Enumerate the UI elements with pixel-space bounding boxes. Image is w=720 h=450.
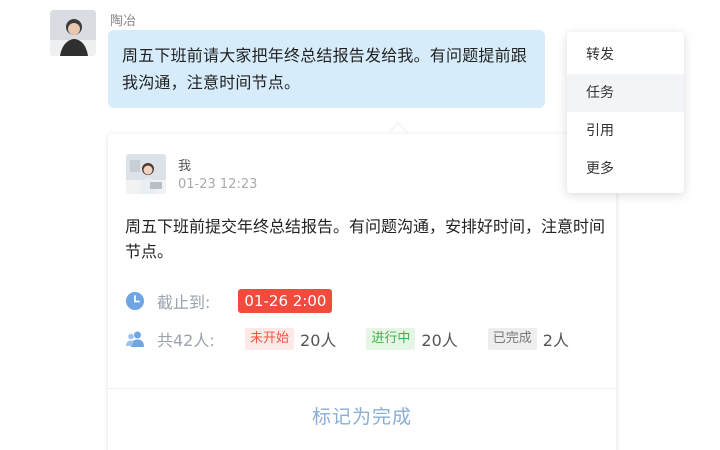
message-bubble[interactable]: 周五下班前请大家把年终总结报告发给我。有问题提前跟我沟通，注意时间节点。: [108, 30, 545, 108]
sender-name: 陶冶: [110, 14, 137, 29]
deadline-row: 截止到: 01-26 2:00: [125, 288, 333, 314]
status-not-started-count: 20人: [300, 331, 337, 350]
post-time: 01-23 12:23: [178, 177, 258, 192]
menu-item-quote[interactable]: 引用: [567, 112, 684, 150]
deadline-value: 01-26 2:00: [238, 289, 333, 313]
task-content: 周五下班前提交年终总结报告。有问题沟通，安排好时间，注意时间节点。: [125, 217, 606, 261]
clock-icon: [125, 291, 145, 311]
people-row: 共42人: 未开始 20人 进行中 20人 已完成 2人: [125, 326, 569, 352]
mark-complete-button[interactable]: 标记为完成: [108, 402, 616, 429]
people-icon: [125, 329, 145, 349]
status-not-started-tag[interactable]: 未开始: [245, 328, 295, 350]
sender-avatar[interactable]: [50, 10, 96, 56]
people-count-label: 共42人:: [157, 331, 215, 350]
menu-item-task[interactable]: 任务: [567, 74, 684, 112]
status-in-progress-tag[interactable]: 进行中: [366, 328, 416, 350]
status-done-tag[interactable]: 已完成: [487, 328, 537, 350]
menu-item-forward[interactable]: 转发: [567, 36, 684, 74]
status-in-progress-count: 20人: [421, 331, 458, 350]
deadline-label: 截止到:: [157, 293, 211, 312]
author-name: 我: [178, 159, 192, 174]
context-menu: 转发 任务 引用 更多: [567, 32, 684, 193]
card-divider: [108, 388, 616, 389]
task-card: 我 01-23 12:23 周五下班前提交年终总结报告。有问题沟通，安排好时间，…: [108, 134, 616, 450]
menu-item-more[interactable]: 更多: [567, 150, 684, 188]
author-avatar: [126, 154, 166, 194]
status-done-count: 2人: [542, 331, 569, 350]
